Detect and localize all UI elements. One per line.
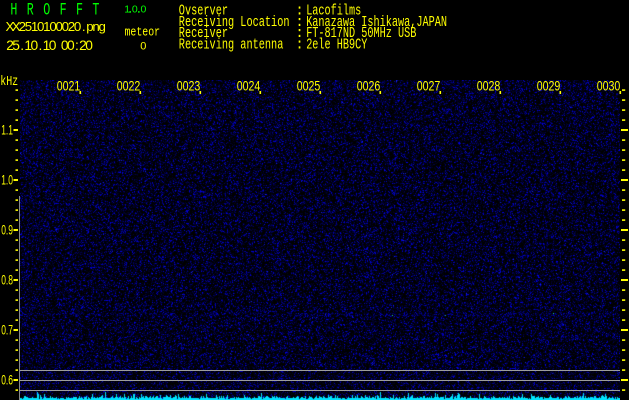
- svg-text:0024: 0024: [237, 78, 261, 94]
- svg-text:0030: 0030: [597, 78, 621, 94]
- svg-text:0: 0: [74, 19, 81, 34]
- svg-text:0.9: 0.9: [1, 223, 13, 238]
- svg-text:O: O: [43, 1, 50, 20]
- svg-text:0: 0: [85, 38, 93, 53]
- svg-text:R: R: [27, 1, 34, 20]
- svg-text:kHz: kHz: [0, 75, 18, 90]
- svg-text:0022: 0022: [117, 78, 141, 94]
- svg-text::: :: [295, 37, 304, 53]
- svg-text:H: H: [10, 1, 17, 20]
- svg-text:0.6: 0.6: [1, 373, 13, 388]
- svg-text:5: 5: [12, 38, 20, 53]
- svg-text:0028: 0028: [477, 78, 501, 94]
- svg-text:0: 0: [141, 4, 147, 16]
- svg-text:0: 0: [67, 38, 75, 53]
- svg-text:Receiving antenna: Receiving antenna: [179, 37, 284, 53]
- svg-text:g: g: [99, 19, 106, 34]
- svg-text:0: 0: [49, 38, 57, 53]
- svg-text:T: T: [92, 1, 99, 20]
- svg-text:1.0: 1.0: [1, 173, 13, 188]
- svg-text:F: F: [76, 1, 83, 20]
- svg-text:0021: 0021: [57, 78, 81, 94]
- svg-text:1.1: 1.1: [1, 123, 13, 138]
- svg-text:0: 0: [132, 4, 138, 16]
- svg-text:0.7: 0.7: [1, 323, 13, 338]
- svg-text:0026: 0026: [357, 78, 381, 94]
- svg-text:0: 0: [31, 38, 39, 53]
- svg-text:.: .: [82, 19, 86, 34]
- svg-text:F: F: [60, 1, 67, 20]
- svg-text:meteor: meteor: [125, 25, 161, 40]
- svg-text:1: 1: [124, 4, 130, 16]
- svg-text:0025: 0025: [297, 78, 321, 94]
- svg-text:0029: 0029: [537, 78, 561, 94]
- svg-text:0023: 0023: [177, 78, 201, 94]
- svg-text:0027: 0027: [417, 78, 441, 94]
- svg-text:2ele HB9CY: 2ele HB9CY: [306, 37, 367, 53]
- svg-text:0: 0: [140, 40, 146, 52]
- svg-text:0.8: 0.8: [1, 273, 13, 288]
